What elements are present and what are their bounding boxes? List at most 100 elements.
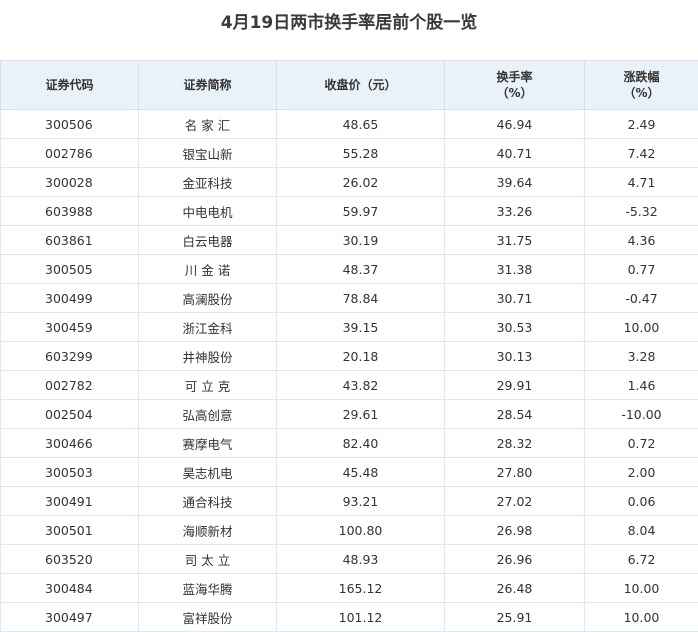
stock-name-link[interactable]: 富祥股份 [182, 611, 232, 626]
cell-change: -10.00 [585, 400, 698, 429]
stock-name-link[interactable]: 海顺新材 [182, 524, 232, 539]
cell-turnover: 46.94 [445, 110, 585, 139]
cell-turnover: 26.96 [445, 545, 585, 574]
table-row: 603520司 太 立48.9326.966.72 [1, 545, 698, 574]
cell-name: 中电电机 [139, 197, 277, 226]
cell-code: 603988 [1, 197, 139, 226]
cell-change: 6.72 [585, 545, 698, 574]
cell-code: 002504 [1, 400, 139, 429]
cell-close-price: 45.48 [277, 458, 445, 487]
cell-code: 300028 [1, 168, 139, 197]
table-row: 300506名 家 汇48.6546.942.49 [1, 110, 698, 139]
stock-name-link[interactable]: 中电电机 [182, 205, 232, 220]
cell-change: 2.00 [585, 458, 698, 487]
table-row: 300028 金亚科技 26.0239.644.71 [1, 168, 698, 197]
header-label: （%） [445, 85, 584, 101]
header-change: 涨跌幅（%） [585, 61, 698, 110]
cell-close-price: 55.28 [277, 139, 445, 168]
stock-name-link[interactable]: 通合科技 [182, 495, 232, 510]
cell-close-price: 82.40 [277, 429, 445, 458]
cell-turnover: 26.98 [445, 516, 585, 545]
header-label: （%） [585, 85, 698, 101]
cell-turnover: 30.13 [445, 342, 585, 371]
stock-name-link[interactable]: 名 家 汇 [185, 118, 230, 133]
cell-name: 弘高创意 [139, 400, 277, 429]
cell-code: 002782 [1, 371, 139, 400]
table-row: 300484蓝海华腾165.1226.4810.00 [1, 574, 698, 603]
cell-code: 300503 [1, 458, 139, 487]
cell-name: 司 太 立 [139, 545, 277, 574]
table-row: 002504 弘高创意 29.6128.54-10.00 [1, 400, 698, 429]
cell-change: 10.00 [585, 313, 698, 342]
header-name: 证券简称 [139, 61, 277, 110]
cell-turnover: 33.26 [445, 197, 585, 226]
cell-code: 002786 [1, 139, 139, 168]
header-label: 证券代码 [1, 77, 138, 93]
cell-turnover: 30.71 [445, 284, 585, 313]
stock-name-link[interactable]: 蓝海华腾 [182, 582, 232, 597]
table-row: 300501海顺新材100.8026.988.04 [1, 516, 698, 545]
cell-close-price: 39.15 [277, 313, 445, 342]
table-row: 300499高澜股份78.8430.71-0.47 [1, 284, 698, 313]
cell-code: 300505 [1, 255, 139, 284]
table-row: 300505川 金 诺48.3731.380.77 [1, 255, 698, 284]
cell-close-price: 78.84 [277, 284, 445, 313]
header-label: 涨跌幅 [585, 69, 698, 85]
cell-turnover: 29.91 [445, 371, 585, 400]
cell-close-price: 59.97 [277, 197, 445, 226]
cell-close-price: 48.65 [277, 110, 445, 139]
cell-change: 4.36 [585, 226, 698, 255]
cell-close-price: 26.02 [277, 168, 445, 197]
cell-name: 海顺新材 [139, 516, 277, 545]
stock-name-link[interactable]: 白云电器 [182, 234, 232, 249]
cell-change: 0.06 [585, 487, 698, 516]
cell-change: 10.00 [585, 603, 698, 632]
stock-name-link[interactable]: 昊志机电 [182, 466, 232, 481]
table-row: 300459浙江金科39.1530.5310.00 [1, 313, 698, 342]
cell-turnover: 28.54 [445, 400, 585, 429]
header-label: 换手率 [445, 69, 584, 85]
stock-name-link[interactable]: 浙江金科 [182, 321, 232, 336]
table-row: 603299井神股份20.1830.133.28 [1, 342, 698, 371]
cell-close-price: 29.61 [277, 400, 445, 429]
header-row: 证券代码证券简称收盘价（元）换手率（%）涨跌幅（%） [1, 61, 698, 110]
cell-name: 名 家 汇 [139, 110, 277, 139]
cell-close-price: 30.19 [277, 226, 445, 255]
stock-name-link[interactable]: 井神股份 [182, 350, 232, 365]
cell-code: 300484 [1, 574, 139, 603]
cell-code: 603299 [1, 342, 139, 371]
cell-turnover: 31.38 [445, 255, 585, 284]
cell-change: 10.00 [585, 574, 698, 603]
cell-change: -5.32 [585, 197, 698, 226]
turnover-table: 证券代码证券简称收盘价（元）换手率（%）涨跌幅（%） 300506名 家 汇48… [0, 60, 698, 632]
cell-name: 高澜股份 [139, 284, 277, 313]
table-row: 002786银宝山新55.2840.717.42 [1, 139, 698, 168]
header-label: 收盘价（元） [277, 77, 444, 93]
table-row: 002782可 立 克43.8229.911.46 [1, 371, 698, 400]
stock-name-link[interactable]: 可 立 克 [185, 379, 230, 394]
stock-name-link[interactable]: 金亚科技 [182, 176, 232, 191]
stock-name-link[interactable]: 高澜股份 [182, 292, 232, 307]
cell-close-price: 43.82 [277, 371, 445, 400]
table-row: 603861白云电器30.1931.754.36 [1, 226, 698, 255]
spacer [0, 46, 698, 60]
cell-code: 300466 [1, 429, 139, 458]
cell-name: 银宝山新 [139, 139, 277, 168]
cell-turnover: 26.48 [445, 574, 585, 603]
cell-name: 浙江金科 [139, 313, 277, 342]
cell-name: 赛摩电气 [139, 429, 277, 458]
cell-turnover: 40.71 [445, 139, 585, 168]
header-close-price: 收盘价（元） [277, 61, 445, 110]
stock-name-link[interactable]: 司 太 立 [185, 553, 230, 568]
cell-close-price: 48.37 [277, 255, 445, 284]
cell-change: 8.04 [585, 516, 698, 545]
stock-name-link[interactable]: 银宝山新 [182, 147, 232, 162]
cell-code: 300459 [1, 313, 139, 342]
stock-name-link[interactable]: 川 金 诺 [185, 263, 230, 278]
stock-name-link[interactable]: 弘高创意 [182, 408, 232, 423]
cell-change: 4.71 [585, 168, 698, 197]
cell-name: 可 立 克 [139, 371, 277, 400]
cell-turnover: 39.64 [445, 168, 585, 197]
cell-name: 金亚科技 [139, 168, 277, 197]
stock-name-link[interactable]: 赛摩电气 [182, 437, 232, 452]
